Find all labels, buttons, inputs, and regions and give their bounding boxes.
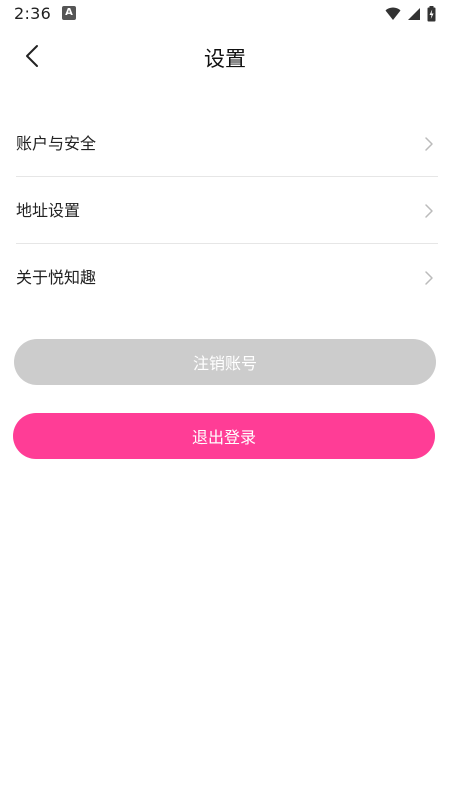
- status-icons: [385, 6, 436, 22]
- chevron-right-icon: [425, 137, 433, 151]
- logout-button[interactable]: 退出登录: [13, 413, 435, 459]
- menu-item-about[interactable]: 关于悦知趣: [16, 244, 438, 311]
- status-time: 2:36: [14, 4, 52, 23]
- chevron-right-icon: [425, 204, 433, 218]
- header: 设置: [0, 28, 450, 84]
- status-bar: 2:36 A: [0, 0, 450, 28]
- menu-item-label: 地址设置: [16, 201, 81, 220]
- menu-item-label: 账户与安全: [16, 134, 97, 153]
- cancel-account-button[interactable]: 注销账号: [14, 339, 436, 385]
- settings-menu: 账户与安全 地址设置 关于悦知趣: [16, 110, 438, 311]
- signal-icon: [408, 8, 420, 20]
- chevron-right-icon: [425, 271, 433, 285]
- menu-item-account-security[interactable]: 账户与安全: [16, 110, 438, 177]
- battery-icon: [427, 6, 436, 22]
- menu-item-address-settings[interactable]: 地址设置: [16, 177, 438, 244]
- wifi-icon: [385, 7, 401, 20]
- menu-item-label: 关于悦知趣: [16, 268, 97, 287]
- page-title: 设置: [204, 47, 246, 71]
- notification-icon: A: [62, 6, 76, 20]
